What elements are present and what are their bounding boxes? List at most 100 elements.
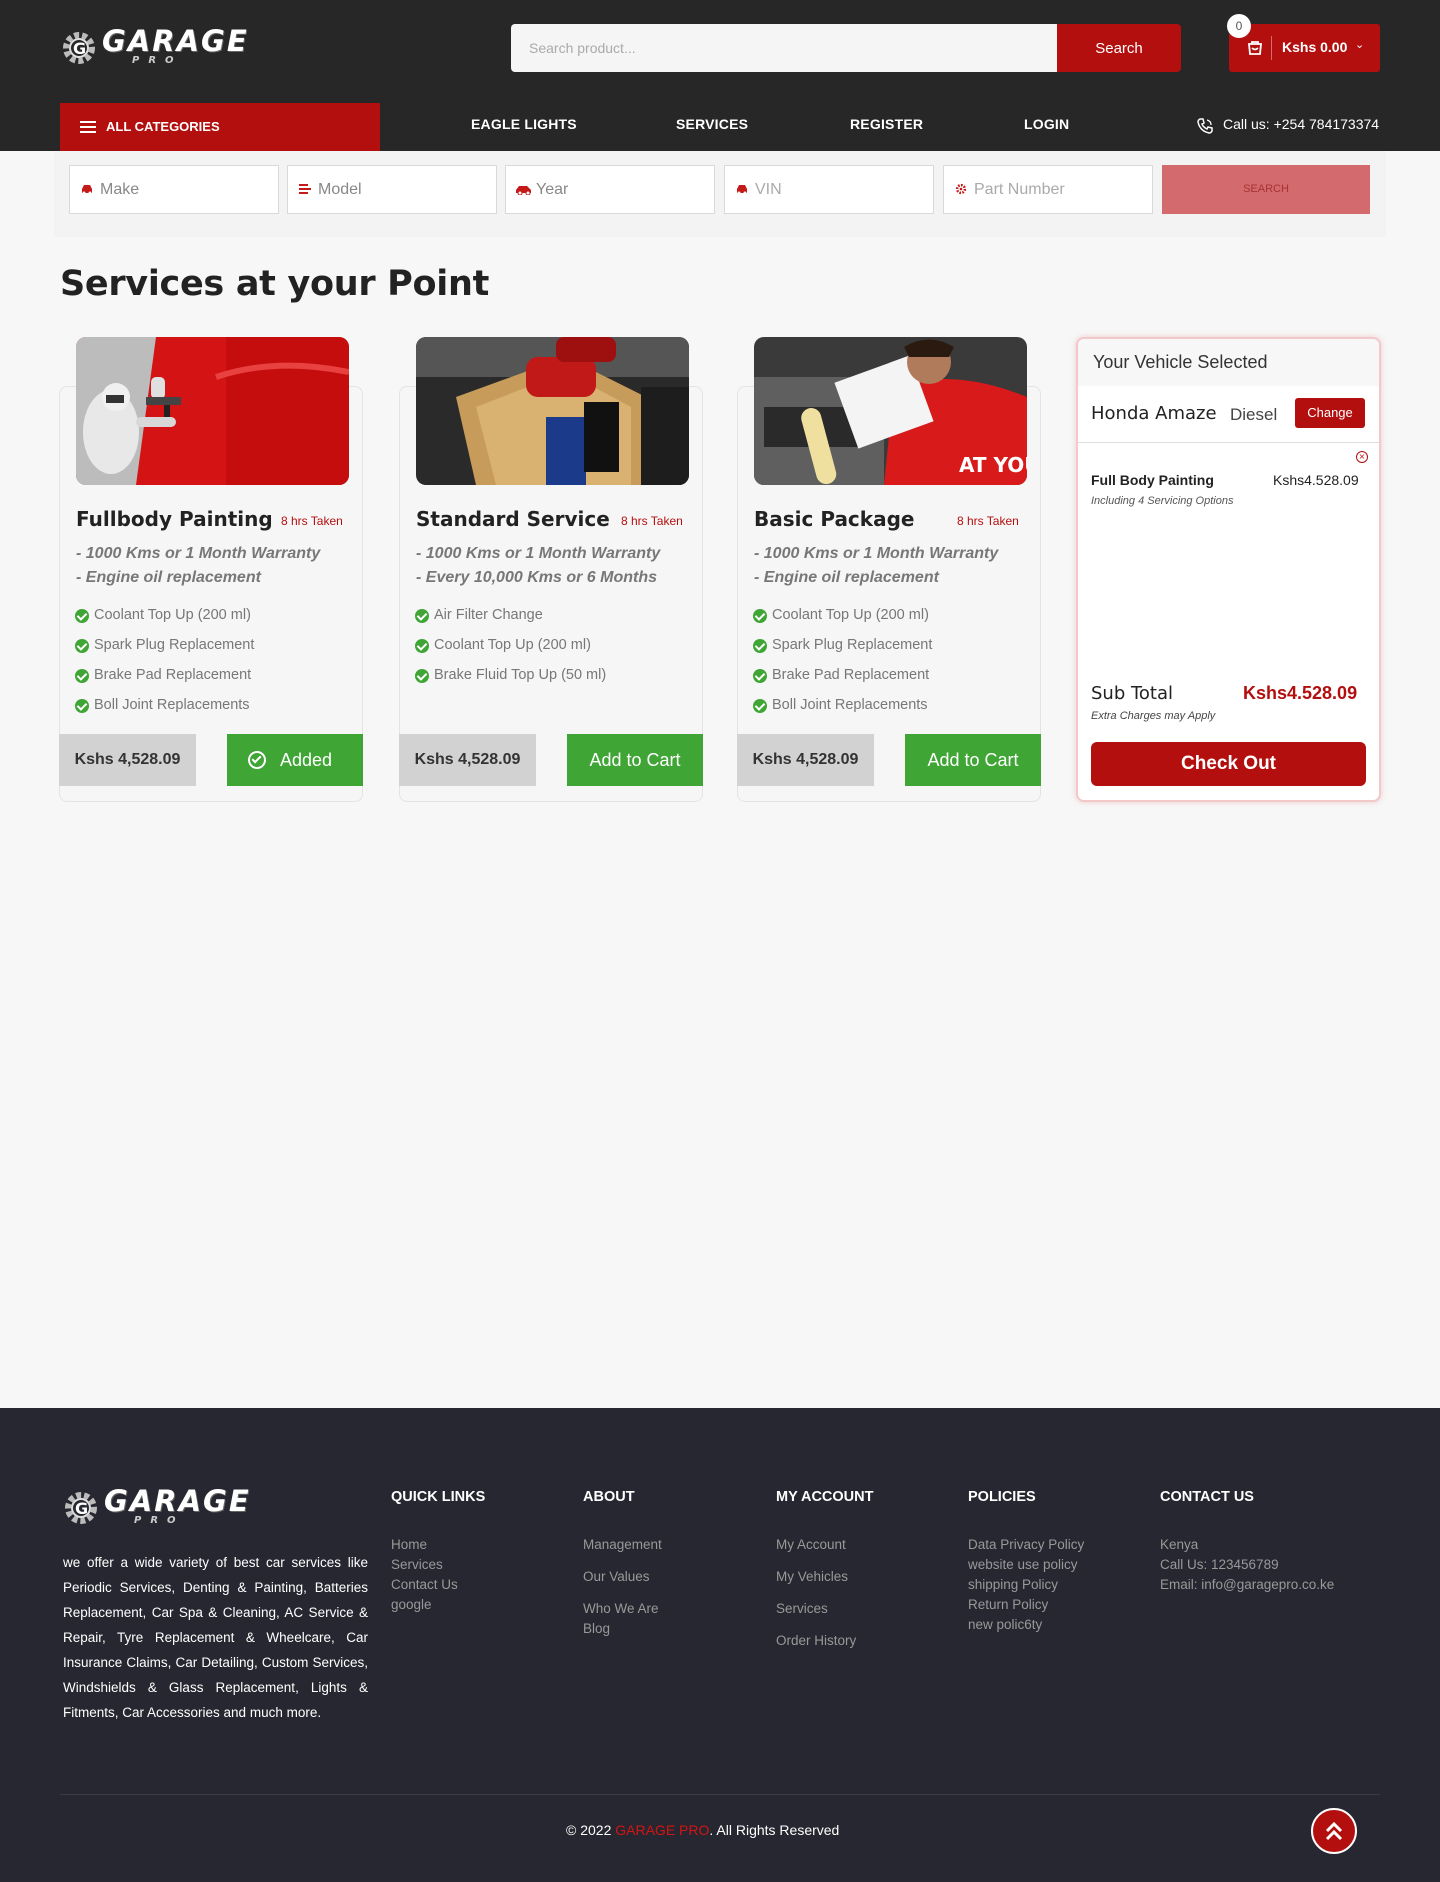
- year-select[interactable]: Year: [505, 165, 715, 214]
- search-field[interactable]: [511, 24, 1057, 72]
- service-warranty: - Engine oil replacement: [754, 569, 939, 586]
- phone-icon: [1197, 118, 1213, 134]
- model-select[interactable]: Model: [287, 165, 497, 214]
- check-icon: [415, 639, 429, 653]
- subtotal-label: Sub Total: [1091, 683, 1174, 704]
- footer-link-values[interactable]: Our Values: [583, 1569, 650, 1584]
- feature-label: Coolant Top Up (200 ml): [94, 607, 251, 623]
- vehicle-name: Honda Amaze: [1091, 403, 1217, 424]
- service-title: Fullbody Painting: [76, 507, 273, 531]
- check-icon: [75, 699, 89, 713]
- service-price: Kshs 4,528.09: [399, 734, 536, 786]
- check-icon: [753, 639, 767, 653]
- service-image-inspection: AT YOU: [754, 337, 1027, 485]
- footer-link-shipping[interactable]: shipping Policy: [968, 1577, 1058, 1592]
- check-icon: [753, 669, 767, 683]
- remove-item-icon[interactable]: ×: [1356, 451, 1368, 463]
- check-icon: [415, 669, 429, 683]
- cart-button[interactable]: Kshs 0.00 ⌄: [1229, 24, 1380, 72]
- add-to-cart-button[interactable]: Add to Cart: [567, 734, 703, 786]
- car-side-icon: [516, 186, 531, 195]
- footer-link-contact[interactable]: Contact Us: [391, 1577, 458, 1592]
- divider: [1078, 442, 1379, 443]
- copyright-brand-link[interactable]: GARAGE PRO: [615, 1822, 709, 1838]
- feature-label: Spark Plug Replacement: [772, 637, 933, 653]
- footer-logo[interactable]: G GARAGE PRO: [62, 1484, 252, 1532]
- footer-link-privacy[interactable]: Data Privacy Policy: [968, 1537, 1084, 1552]
- cart-count-badge: 0: [1227, 14, 1251, 38]
- footer-link-services[interactable]: Services: [776, 1601, 828, 1616]
- feature-label: Boll Joint Replacements: [772, 697, 928, 713]
- footer-link-blog[interactable]: Blog: [583, 1621, 610, 1636]
- nav-eagle-lights[interactable]: EAGLE LIGHTS: [471, 116, 577, 132]
- check-icon: [75, 669, 89, 683]
- footer-link-vehicles[interactable]: My Vehicles: [776, 1569, 848, 1584]
- cart-item-price: Kshs4.528.09: [1273, 472, 1359, 488]
- feature-item: Boll Joint Replacements: [753, 697, 928, 713]
- service-warranty: - Engine oil replacement: [76, 569, 261, 586]
- svg-text:AT YOU: AT YOU: [959, 453, 1027, 477]
- change-vehicle-button[interactable]: Change: [1295, 398, 1365, 428]
- year-label: Year: [536, 181, 569, 198]
- search-button[interactable]: Search: [1057, 24, 1181, 72]
- all-categories-label: ALL CATEGORIES: [106, 119, 220, 134]
- checkout-button[interactable]: Check Out: [1091, 742, 1366, 786]
- back-to-top-button[interactable]: [1311, 1808, 1357, 1854]
- footer-description: we offer a wide variety of best car serv…: [63, 1555, 368, 1720]
- contact-heading: CONTACT US: [1160, 1489, 1254, 1505]
- make-select[interactable]: Make: [69, 165, 279, 214]
- check-circle-icon: [248, 751, 266, 769]
- svg-text:G: G: [75, 1499, 88, 1518]
- footer-link-google[interactable]: google: [391, 1597, 432, 1612]
- feature-label: Coolant Top Up (200 ml): [772, 607, 929, 623]
- service-warranty: - 1000 Kms or 1 Month Warranty: [416, 545, 661, 562]
- footer-link-orders[interactable]: Order History: [776, 1633, 856, 1648]
- gear-logo-icon: G: [65, 1492, 97, 1524]
- copyright: © 2022 GARAGE PRO. All Rights Reserved: [566, 1822, 839, 1838]
- footer-link-home[interactable]: Home: [391, 1537, 427, 1552]
- my-account-heading: MY ACCOUNT: [776, 1489, 874, 1505]
- cart-total: Kshs 0.00: [1282, 39, 1348, 55]
- feature-label: Air Filter Change: [434, 607, 543, 623]
- service-warranty: - 1000 Kms or 1 Month Warranty: [76, 545, 321, 562]
- all-categories-button[interactable]: ALL CATEGORIES: [60, 103, 380, 151]
- footer-link-services[interactable]: Services: [391, 1557, 443, 1572]
- footer-link-new-policy[interactable]: new polic6ty: [968, 1617, 1042, 1632]
- vin-input[interactable]: VIN: [724, 165, 934, 214]
- service-warranty: - Every 10,000 Kms or 6 Months: [416, 569, 657, 586]
- check-icon: [753, 699, 767, 713]
- model-label: Model: [318, 181, 362, 198]
- nav-login[interactable]: LOGIN: [1024, 116, 1069, 132]
- feature-label: Brake Pad Replacement: [772, 667, 930, 683]
- footer-link-who[interactable]: Who We Are: [583, 1601, 659, 1616]
- check-icon: [75, 609, 89, 623]
- contact-country: Kenya: [1160, 1537, 1199, 1552]
- feature-item: Spark Plug Replacement: [753, 637, 932, 653]
- part-number-input[interactable]: Part Number: [943, 165, 1153, 214]
- copyright-suffix: . All Rights Reserved: [709, 1822, 840, 1838]
- add-to-cart-button[interactable]: Add to Cart: [905, 734, 1041, 786]
- extra-charges-note: Extra Charges may Apply: [1091, 710, 1216, 722]
- cart-icon: [1248, 41, 1262, 55]
- nav-services[interactable]: SERVICES: [676, 116, 748, 132]
- cart-item-name: Full Body Painting: [1091, 472, 1214, 488]
- footer-link-management[interactable]: Management: [583, 1537, 662, 1552]
- logo-subtext: PRO: [132, 55, 183, 66]
- footer-link-return[interactable]: Return Policy: [968, 1597, 1048, 1612]
- contact-email[interactable]: Email: info@garagepro.co.ke: [1160, 1577, 1334, 1592]
- feature-item: Brake Pad Replacement: [753, 667, 929, 683]
- vehicle-panel-title: Your Vehicle Selected: [1093, 352, 1268, 372]
- filter-search-button[interactable]: SEARCH: [1162, 165, 1370, 214]
- nav-register[interactable]: REGISTER: [850, 116, 923, 132]
- footer-link-account[interactable]: My Account: [776, 1537, 846, 1552]
- added-button[interactable]: Added: [227, 734, 363, 786]
- feature-item: Spark Plug Replacement: [75, 637, 254, 653]
- service-time: 8 hrs Taken: [281, 514, 343, 528]
- search-input[interactable]: [511, 24, 1057, 72]
- service-image-painting: [76, 337, 349, 485]
- logo[interactable]: G GARAGE PRO: [60, 24, 247, 72]
- feature-item: Boll Joint Replacements: [75, 697, 250, 713]
- copyright-prefix: © 2022: [566, 1822, 616, 1838]
- vin-label: VIN: [755, 181, 782, 198]
- footer-link-website-use[interactable]: website use policy: [968, 1557, 1078, 1572]
